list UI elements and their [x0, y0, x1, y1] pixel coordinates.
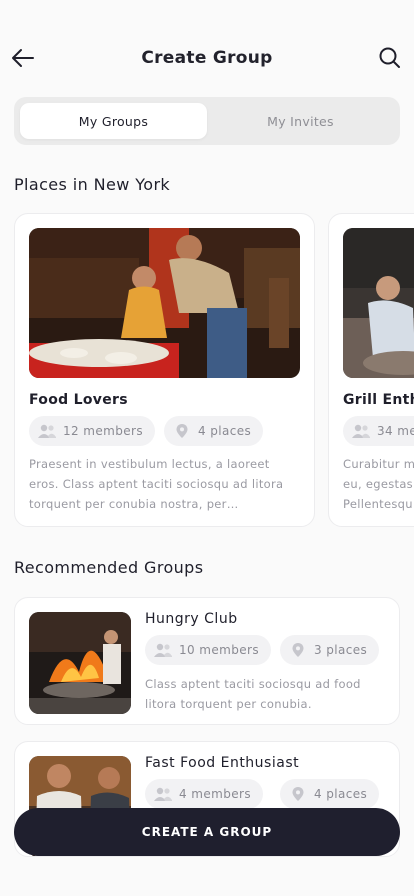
- group-image: [29, 612, 131, 714]
- place-card[interactable]: Grill Enth 34 me Curabitur m eu, egestas…: [328, 213, 414, 527]
- map-pin-icon: [288, 786, 308, 802]
- members-chip: 10 members: [145, 635, 272, 665]
- tab-my-groups[interactable]: My Groups: [20, 103, 207, 139]
- people-icon: [153, 786, 173, 802]
- place-image: [343, 228, 414, 378]
- place-card-title: Food Lovers: [29, 392, 128, 408]
- group-tabs: My Groups My Invites: [14, 97, 400, 145]
- places-carousel[interactable]: Food Lovers 12 members 4 places Praesent…: [14, 213, 414, 529]
- places-chip: 4 places: [280, 779, 380, 809]
- place-image: [29, 228, 300, 378]
- place-card[interactable]: Food Lovers 12 members 4 places Praesent…: [14, 213, 315, 527]
- group-description: Class aptent taciti sociosqu ad food lit…: [145, 677, 361, 711]
- group-title: Hungry Club: [145, 611, 238, 627]
- page-title: Create Group: [141, 48, 273, 68]
- create-group-button[interactable]: CREATE A GROUP: [14, 808, 400, 856]
- places-count: 3 places: [314, 643, 368, 657]
- header: Create Group: [0, 38, 414, 78]
- places-chip: 3 places: [280, 635, 380, 665]
- tab-my-invites[interactable]: My Invites: [207, 103, 394, 139]
- people-icon: [351, 423, 371, 439]
- places-count: 4 places: [314, 787, 368, 801]
- members-chip: 12 members: [29, 416, 156, 446]
- place-card-description: Praesent in vestibulum lectus, a laoreet…: [29, 457, 284, 511]
- place-card-description: Curabitur m eu, egestas Pellentesqu: [343, 457, 414, 511]
- places-count: 4 places: [198, 424, 252, 438]
- places-section-title: Places in New York: [14, 175, 171, 194]
- people-icon: [37, 423, 57, 439]
- members-count: 34 me: [377, 424, 414, 438]
- place-card-title: Grill Enth: [343, 392, 414, 408]
- members-count: 4 members: [179, 787, 251, 801]
- members-chip: 4 members: [145, 779, 263, 809]
- members-chip: 34 me: [343, 416, 414, 446]
- recommended-card[interactable]: Hungry Club 10 members 3 places Class ap…: [14, 597, 400, 725]
- group-title: Fast Food Enthusiast: [145, 755, 300, 771]
- people-icon: [153, 642, 173, 658]
- members-count: 12 members: [63, 424, 144, 438]
- places-chip: 4 places: [164, 416, 264, 446]
- members-count: 10 members: [179, 643, 260, 657]
- map-pin-icon: [172, 423, 192, 439]
- search-icon[interactable]: [378, 46, 402, 70]
- recommended-section-title: Recommended Groups: [14, 558, 204, 577]
- map-pin-icon: [288, 642, 308, 658]
